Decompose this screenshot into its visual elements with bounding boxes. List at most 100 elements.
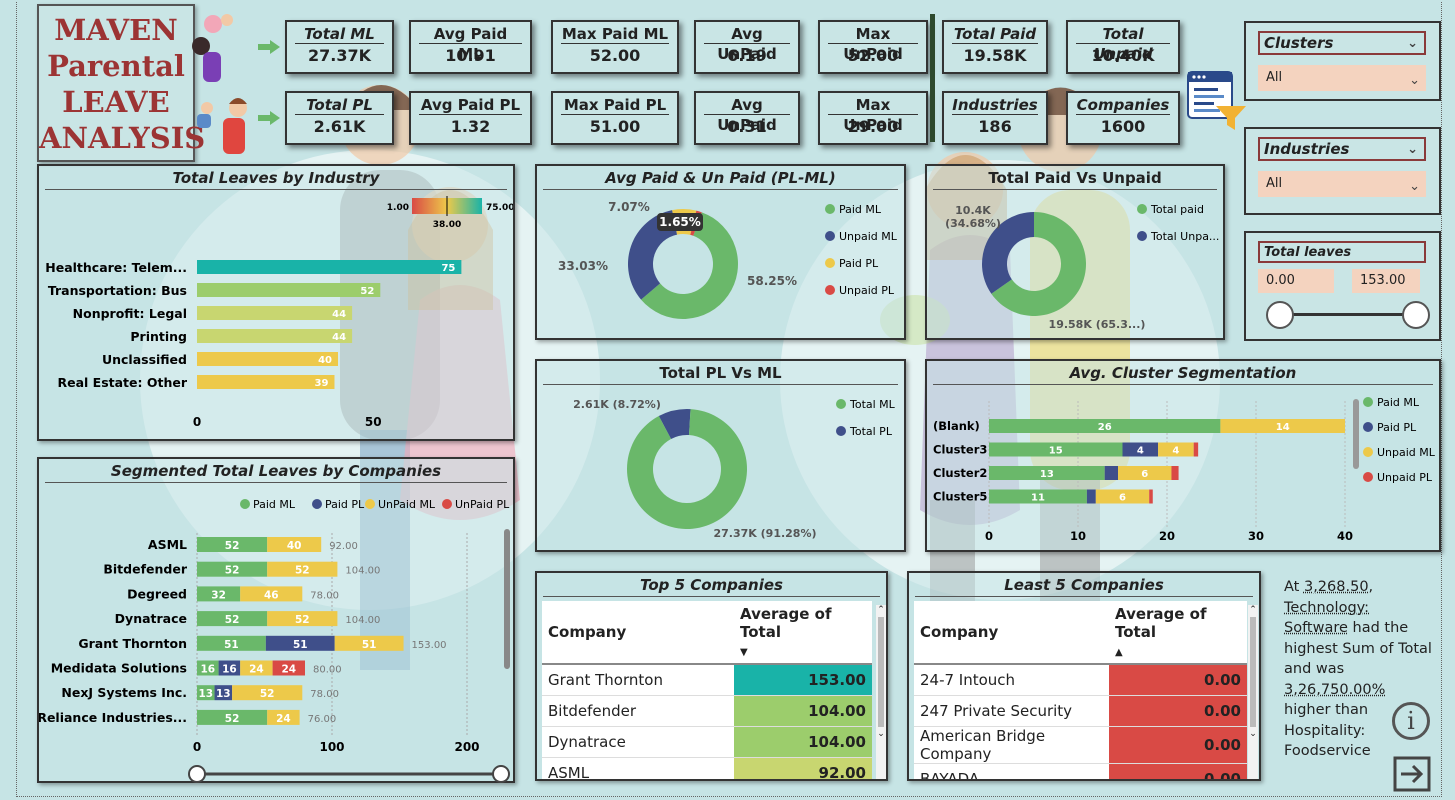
scrollbar-thumb[interactable] bbox=[1250, 617, 1256, 727]
title-line: MAVEN bbox=[54, 13, 178, 47]
kpi-label: Max Paid ML bbox=[561, 22, 669, 44]
x-tick-label: 0 bbox=[193, 415, 201, 429]
industry-bar bbox=[197, 260, 462, 274]
range-max-input[interactable]: 153.00 bbox=[1352, 269, 1420, 293]
legend-label: Paid PL bbox=[1377, 421, 1417, 434]
cluster-bar-segment bbox=[1104, 466, 1119, 480]
industry-label: Real Estate: Other bbox=[57, 375, 187, 390]
industry-label: Nonprofit: Legal bbox=[73, 306, 187, 321]
scrollbar[interactable] bbox=[504, 529, 510, 669]
slice-label: 10.4K bbox=[955, 204, 991, 217]
kpi-label: Total Paid bbox=[952, 22, 1038, 44]
scroll-down-icon[interactable]: ⌄ bbox=[1248, 729, 1258, 739]
chevron-down-icon[interactable]: ⌄ bbox=[1407, 34, 1418, 54]
table-row[interactable]: Grant Thornton 153.00 bbox=[542, 663, 872, 695]
company-label: NexJ Systems Inc. bbox=[61, 685, 187, 700]
kpi-value: 52.00 bbox=[589, 46, 641, 65]
scrollbar-thumb[interactable] bbox=[878, 617, 884, 727]
kpi-value: 10.40K bbox=[1091, 46, 1155, 65]
slice-label: 1.65% bbox=[659, 215, 701, 229]
cluster-bar-value: 26 bbox=[1098, 422, 1112, 433]
company-bar-value: 24 bbox=[249, 664, 264, 676]
cluster-bar-value: 6 bbox=[1119, 493, 1126, 504]
legend-marker bbox=[825, 285, 835, 295]
cluster-seg-title: Avg. Cluster Segmentation bbox=[933, 361, 1433, 385]
cluster-bar-segment bbox=[1149, 489, 1153, 504]
total-leaves-slicer[interactable]: Total leaves 0.00 153.00 bbox=[1244, 231, 1441, 341]
col-company[interactable]: Company bbox=[542, 601, 734, 665]
company-bar-value: 52 bbox=[225, 614, 240, 626]
color-scale-min: 1.00 bbox=[387, 203, 409, 213]
total-leaves-slicer-title: Total leaves bbox=[1258, 241, 1426, 263]
table-row[interactable]: 247 Private Security 0.00 bbox=[914, 694, 1247, 726]
legend-label: UnPaid ML bbox=[378, 498, 436, 511]
scroll-up-icon[interactable]: ⌃ bbox=[876, 605, 886, 615]
industry-label: Printing bbox=[130, 329, 187, 344]
company-cell: ASML bbox=[542, 756, 734, 779]
table-row[interactable]: ASML 92.00 bbox=[542, 756, 872, 779]
range-min-input[interactable]: 0.00 bbox=[1258, 269, 1334, 293]
col-company[interactable]: Company bbox=[914, 601, 1109, 665]
kpi-value: 1.32 bbox=[450, 117, 491, 136]
industry-bar-value: 39 bbox=[315, 378, 329, 389]
industry-bar bbox=[197, 329, 353, 343]
industries-slicer[interactable]: Industries ⌄ All ⌄ bbox=[1244, 127, 1441, 215]
company-cell: Dynatrace bbox=[542, 725, 734, 757]
kpi-card: Max UnPaid 52.00 bbox=[818, 20, 928, 74]
cluster-bar-value: 13 bbox=[1040, 469, 1054, 480]
col-average[interactable]: Average of Total ▲ bbox=[1109, 601, 1247, 665]
clusters-slicer[interactable]: Clusters ⌄ All ⌄ bbox=[1244, 21, 1441, 101]
industry-bar-value: 44 bbox=[332, 332, 346, 343]
scrollbar[interactable]: ⌃ ⌄ bbox=[876, 605, 886, 779]
scroll-up-icon[interactable]: ⌃ bbox=[1248, 605, 1258, 615]
industries-dropdown[interactable]: All ⌄ bbox=[1258, 171, 1426, 197]
col-average[interactable]: Average of Total ▼ bbox=[734, 601, 872, 665]
zoom-slider-handle bbox=[188, 765, 206, 783]
title-line: Parental bbox=[47, 49, 185, 83]
legend-label: UnPaid PL bbox=[455, 498, 510, 511]
sort-asc-icon: ▲ bbox=[1115, 647, 1123, 658]
least5-table: Company Average of Total ▲ 24-7 Intouch 0.… bbox=[914, 601, 1247, 779]
cluster-bar-segment bbox=[1193, 442, 1199, 457]
value-cell: 0.00 bbox=[1109, 725, 1247, 763]
scroll-down-icon[interactable]: ⌄ bbox=[876, 729, 886, 739]
kpi-value: 27.37K bbox=[307, 46, 371, 65]
legend-marker bbox=[365, 499, 375, 509]
table-row[interactable]: BAYADA 0.00 bbox=[914, 762, 1247, 779]
table-row[interactable]: 24-7 Intouch 0.00 bbox=[914, 663, 1247, 695]
clusters-dropdown[interactable]: All ⌄ bbox=[1258, 65, 1426, 91]
table-row[interactable]: Dynatrace 104.00 bbox=[542, 725, 872, 757]
cluster-seg-panel: Avg. Cluster Segmentation (Blank) 26 14 Clu… bbox=[925, 359, 1441, 552]
range-max-handle[interactable] bbox=[1402, 301, 1430, 329]
company-bar-value: 52 bbox=[225, 713, 240, 725]
legend-marker bbox=[836, 426, 846, 436]
value-cell: 0.00 bbox=[1109, 663, 1247, 695]
table-row[interactable]: Bitdefender 104.00 bbox=[542, 694, 872, 726]
cluster-bar-value: 6 bbox=[1141, 469, 1148, 480]
table-row[interactable]: American Bridge Company 0.00 bbox=[914, 725, 1247, 763]
cluster-bar-segment bbox=[1171, 466, 1179, 480]
industries-slicer-title: Industries ⌄ bbox=[1258, 137, 1426, 161]
kpi-label: Avg UnPaid bbox=[704, 22, 790, 63]
company-total: 76.00 bbox=[308, 714, 337, 725]
exit-icon[interactable] bbox=[1393, 756, 1431, 792]
range-min-handle[interactable] bbox=[1266, 301, 1294, 329]
color-scale-max: 75.00 bbox=[486, 203, 513, 213]
info-icon[interactable]: i bbox=[1392, 702, 1430, 740]
company-bar-value: 16 bbox=[222, 664, 237, 676]
legend-marker bbox=[240, 499, 250, 509]
legend-marker bbox=[1363, 422, 1373, 432]
company-label: Grant Thornton bbox=[78, 636, 187, 651]
avg-paid-unpaid-panel: Avg Paid & Un Paid (PL-ML) Paid ML Unpaid… bbox=[535, 164, 906, 340]
company-bar-value: 51 bbox=[293, 639, 308, 651]
legend-marker bbox=[825, 204, 835, 214]
pl-vs-ml-panel: Total PL Vs ML Total ML Total PL 2.61K (8.… bbox=[535, 359, 906, 552]
scrollbar[interactable]: ⌃ ⌄ bbox=[1248, 605, 1258, 779]
company-total: 78.00 bbox=[310, 590, 339, 601]
kpi-label: Companies bbox=[1076, 93, 1170, 115]
top5-table-wrap: Company Average of Total ▼ Grant Thornton… bbox=[542, 601, 872, 779]
company-cell: BAYADA bbox=[914, 762, 1109, 779]
kpi-value: 10.91 bbox=[445, 46, 496, 65]
chevron-down-icon[interactable]: ⌄ bbox=[1407, 140, 1418, 160]
kpi-card: Avg Paid ML 10.91 bbox=[409, 20, 532, 74]
